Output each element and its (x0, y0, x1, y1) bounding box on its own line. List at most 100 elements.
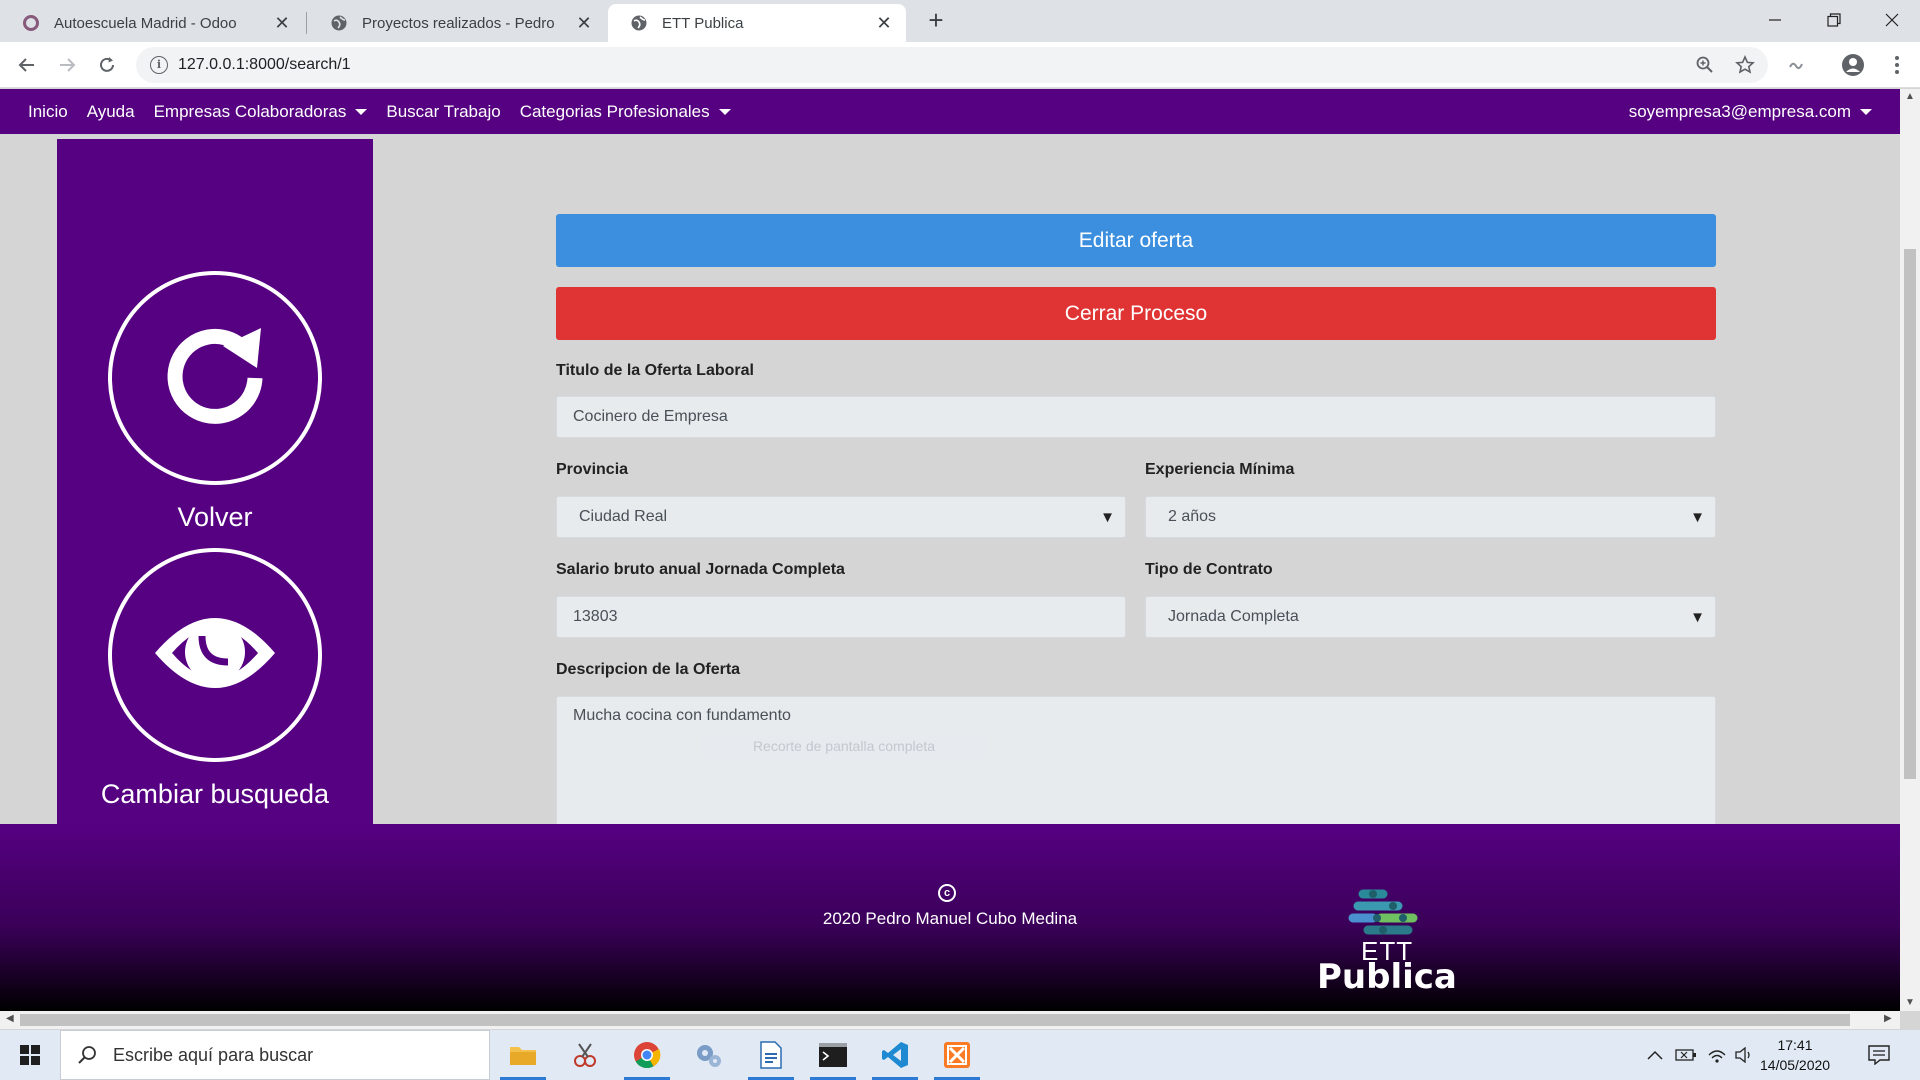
scroll-up-icon[interactable]: ▲ (1905, 91, 1915, 102)
address-bar[interactable]: i 127.0.0.1:8000/search/1 (136, 47, 1768, 83)
url-text: 127.0.0.1:8000/search/1 (178, 56, 351, 73)
nav-empresas-colaboradoras[interactable]: Empresas Colaboradoras (154, 102, 368, 122)
dropdown-arrow-icon: ▼ (1690, 609, 1705, 626)
caret-down-icon (718, 108, 731, 115)
eye-icon (150, 588, 280, 722)
profile-icon[interactable] (1838, 50, 1868, 80)
snip-tooltip: Recorte de pantalla completa (700, 734, 988, 758)
nav-buscar-trabajo[interactable]: Buscar Trabajo (386, 102, 500, 122)
chrome-icon[interactable] (618, 1030, 676, 1080)
page-footer: c 2020 Pedro Manuel Cubo Medina ETT Publ… (0, 824, 1900, 1011)
nav-label: Categorias Profesionales (519, 101, 710, 121)
back-label[interactable]: Volver (57, 502, 373, 533)
tab-title: ETT Publica (662, 14, 744, 32)
edit-offer-button[interactable]: Editar oferta (556, 214, 1716, 267)
vscode-icon[interactable] (866, 1030, 924, 1080)
change-search-label[interactable]: Cambiar busqueda (57, 779, 373, 810)
tray-chevron-icon[interactable] (1647, 1030, 1663, 1080)
vertical-scrollbar[interactable]: ▲ ▼ (1900, 89, 1920, 1011)
caret-down-icon (355, 108, 368, 115)
close-process-button[interactable]: Cerrar Proceso (556, 287, 1716, 340)
windows-start-icon[interactable] (0, 1030, 60, 1080)
browser-tab-strip: Autoescuela Madrid - Odoo ✕ Proyectos re… (0, 0, 1920, 42)
windows-taskbar: Escribe aquí para buscar 17:41 14/05/202… (0, 1030, 1920, 1080)
wifi-icon[interactable] (1707, 1030, 1727, 1080)
notification-center-icon[interactable] (1868, 1030, 1890, 1080)
globe-icon (630, 14, 648, 32)
system-clock[interactable]: 17:41 14/05/2020 (1760, 1035, 1830, 1075)
nav-label: Inicio (28, 101, 68, 121)
horizontal-scrollbar[interactable]: ◀ ▶ (0, 1011, 1900, 1029)
province-select[interactable]: Ciudad Real ▼ (556, 496, 1126, 538)
scroll-thumb[interactable] (20, 1014, 1850, 1026)
nav-inicio[interactable]: Inicio (28, 102, 68, 122)
copyright-text: 2020 Pedro Manuel Cubo Medina (822, 909, 1078, 928)
bookmark-star-icon[interactable] (1734, 54, 1756, 76)
tab-proyectos[interactable]: Proyectos realizados - Pedro ✕ (308, 4, 606, 42)
province-value: Ciudad Real (579, 508, 668, 525)
nav-label: Ayuda (86, 101, 135, 121)
settings-gears-icon[interactable] (680, 1030, 738, 1080)
close-icon[interactable]: ✕ (874, 13, 894, 34)
nav-categorias-profesionales[interactable]: Categorias Profesionales (520, 102, 731, 122)
change-search-button[interactable] (108, 548, 322, 762)
ett-publica-logo: ETT Publica (1313, 884, 1483, 997)
experience-select[interactable]: 2 años ▼ (1145, 496, 1716, 538)
page-viewport: Inicio Ayuda Empresas Colaboradoras Busc… (0, 89, 1900, 1011)
scroll-down-icon[interactable]: ▼ (1905, 997, 1915, 1008)
taskbar-search[interactable]: Escribe aquí para buscar (60, 1030, 490, 1080)
tab-divider (306, 12, 307, 34)
close-icon[interactable]: ✕ (272, 13, 292, 34)
salary-input[interactable]: 13803 (556, 596, 1126, 638)
experience-value: 2 años (1168, 508, 1217, 525)
tab-ett-publica[interactable]: ETT Publica ✕ (608, 4, 906, 42)
caret-down-icon (1860, 108, 1872, 115)
tab-title: Autoescuela Madrid - Odoo (54, 14, 237, 32)
contract-label: Tipo de Contrato (1145, 561, 1273, 578)
reload-icon[interactable] (92, 50, 122, 80)
contract-value: Jornada Completa (1168, 608, 1299, 625)
salary-label: Salario bruto anual Jornada Completa (556, 561, 845, 578)
nav-label: Buscar Trabajo (386, 101, 501, 121)
dropdown-arrow-icon: ▼ (1100, 509, 1115, 526)
writer-document-icon[interactable] (742, 1030, 800, 1080)
title-input[interactable]: Cocinero de Empresa (556, 396, 1716, 438)
nav-ayuda[interactable]: Ayuda (87, 102, 135, 122)
scroll-thumb[interactable] (1904, 249, 1916, 779)
back-button[interactable] (108, 271, 322, 485)
file-explorer-icon[interactable] (494, 1030, 552, 1080)
search-placeholder: Escribe aquí para buscar (113, 1044, 314, 1065)
restore-button[interactable] (1806, 0, 1862, 40)
menu-kebab-icon[interactable] (1882, 50, 1912, 80)
forward-arrow-icon[interactable] (52, 50, 82, 80)
search-icon (77, 1045, 97, 1065)
minimize-button[interactable] (1747, 0, 1803, 40)
close-window-button[interactable] (1864, 0, 1920, 40)
extension-icon[interactable] (1782, 50, 1812, 80)
sidebar: Volver Cambiar busqueda (57, 139, 373, 914)
tab-autoescuela[interactable]: Autoescuela Madrid - Odoo ✕ (0, 4, 304, 42)
description-label: Descripcion de la Oferta (556, 661, 741, 678)
info-icon[interactable]: i (150, 56, 168, 74)
contract-select[interactable]: Jornada Completa ▼ (1145, 596, 1716, 638)
scroll-left-icon[interactable]: ◀ (6, 1013, 14, 1024)
close-icon[interactable]: ✕ (574, 13, 594, 34)
terminal-icon[interactable] (804, 1030, 862, 1080)
clock-time: 17:41 (1777, 1037, 1813, 1053)
experience-label: Experiencia Mínima (1145, 461, 1295, 478)
snipping-tool-icon[interactable] (556, 1030, 614, 1080)
main-navbar: Inicio Ayuda Empresas Colaboradoras Busc… (0, 89, 1900, 134)
xampp-icon[interactable] (928, 1030, 986, 1080)
browser-toolbar: i 127.0.0.1:8000/search/1 (0, 42, 1920, 88)
volume-icon[interactable] (1734, 1030, 1754, 1080)
dropdown-arrow-icon: ▼ (1690, 509, 1705, 526)
zoom-icon[interactable] (1694, 54, 1716, 76)
back-arrow-icon[interactable] (12, 50, 42, 80)
odoo-icon (22, 14, 40, 32)
battery-icon[interactable] (1675, 1030, 1697, 1080)
scroll-right-icon[interactable]: ▶ (1884, 1013, 1892, 1024)
user-menu[interactable]: soyempresa3@empresa.com (1629, 89, 1872, 134)
globe-icon (330, 14, 348, 32)
refresh-arrow-icon (155, 316, 275, 440)
new-tab-button[interactable]: + (922, 6, 950, 34)
